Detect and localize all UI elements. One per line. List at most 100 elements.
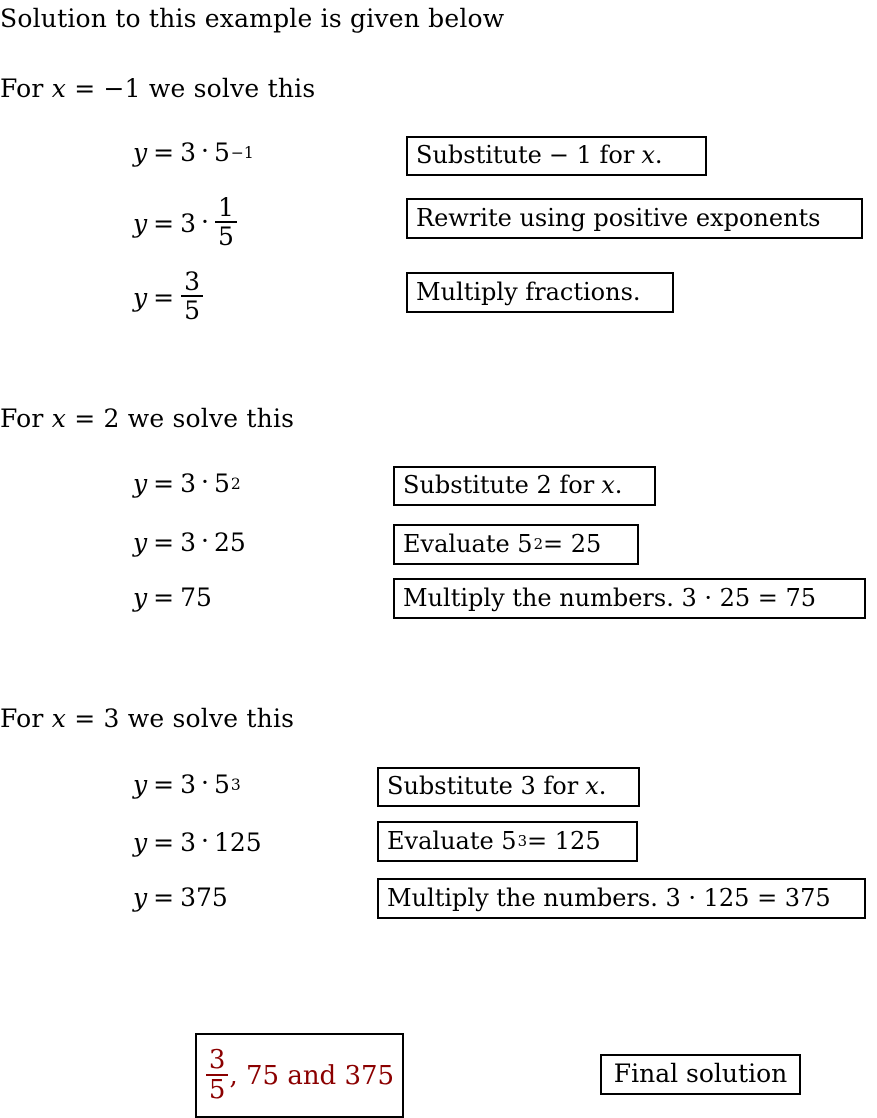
- fraction-denominator: 5: [208, 1074, 226, 1105]
- equation-1-2-coefficient: 3: [180, 208, 196, 238]
- annotation-box-1-3-text: Multiply fractions.: [416, 277, 641, 306]
- equation-1-2-fraction: 1 5: [214, 193, 237, 251]
- equation-2-1-lhs: y: [133, 469, 148, 498]
- multiplication-dot-icon: ·: [200, 526, 209, 555]
- annotation-box-1-2-text: Rewrite using positive exponents: [416, 203, 821, 232]
- equation-3-2: y = 3 · 125: [133, 826, 262, 857]
- equation-1-2: y = 3 · 1 5: [133, 193, 238, 251]
- equation-3-3-equals: =: [153, 883, 175, 912]
- annotation-box-3-1: Substitute 3 for x.: [377, 767, 640, 807]
- multiplication-dot-icon: ·: [200, 768, 209, 797]
- equation-1-2-lhs: y: [133, 208, 148, 238]
- final-solution-label: Final solution: [613, 1059, 788, 1088]
- annotation-box-3-1-variable: x: [585, 772, 599, 800]
- equation-3-2-equals: =: [153, 828, 175, 857]
- equation-3-2-lhs: y: [133, 828, 148, 857]
- multiplication-dot-icon: ·: [200, 206, 209, 236]
- fraction-numerator: 3: [208, 1044, 226, 1075]
- multiplication-dot-icon: ·: [200, 136, 209, 165]
- section-heading-2: For x = 2 we solve this: [0, 406, 294, 431]
- section-heading-3-value: = 3 we solve this: [66, 704, 295, 733]
- final-answer-box: 3 5 , 75 and 375: [195, 1033, 404, 1118]
- equation-2-3-equals: =: [153, 583, 175, 612]
- annotation-box-3-3-text: Multiply the numbers. 3 · 125 = 375: [387, 883, 831, 912]
- equation-2-1-coefficient: 3: [180, 469, 196, 498]
- section-heading-2-prefix: For: [0, 404, 52, 433]
- equation-1-1-coefficient: 3: [180, 138, 196, 167]
- section-heading-2-value: = 2 we solve this: [66, 404, 295, 433]
- equation-1-1: y = 3 · 5 −1: [133, 136, 254, 167]
- section-heading-1-variable: x: [51, 74, 67, 103]
- annotation-box-2-1-text: Substitute 2 for: [403, 471, 595, 499]
- multiplication-dot-icon: ·: [200, 826, 209, 855]
- equation-3-3: y = 375: [133, 885, 228, 910]
- annotation-box-2-3-text: Multiply the numbers. 3 · 25 = 75: [403, 583, 817, 612]
- section-heading-3-prefix: For: [0, 704, 52, 733]
- annotation-box-1-3: Multiply fractions.: [406, 272, 674, 313]
- equation-2-2: y = 3 · 25: [133, 526, 246, 557]
- multiplication-dot-icon: ·: [200, 467, 209, 496]
- equation-1-1-base: 5: [213, 138, 230, 167]
- annotation-box-3-1-period: .: [598, 772, 607, 800]
- annotation-box-3-2-result: = 125: [527, 826, 601, 855]
- annotation-box-3-3: Multiply the numbers. 3 · 125 = 375: [377, 878, 866, 919]
- annotation-box-2-2: Evaluate 52 = 25: [393, 524, 639, 565]
- equation-1-3-lhs: y: [133, 282, 148, 312]
- final-answer-rest: , 75 and 375: [229, 1060, 395, 1091]
- equation-1-1-equals: =: [153, 138, 175, 167]
- final-answer-content: 3 5 , 75 and 375: [205, 1044, 395, 1105]
- equation-3-1-equals: =: [153, 770, 175, 799]
- annotation-box-2-3: Multiply the numbers. 3 · 25 = 75: [393, 578, 866, 619]
- equation-1-3: y = 3 5: [133, 269, 204, 324]
- final-solution-label-box: Final solution: [600, 1054, 801, 1095]
- annotation-box-2-1-period: .: [614, 471, 623, 499]
- equation-2-3-lhs: y: [133, 583, 148, 612]
- annotation-box-2-2-text: Evaluate 5: [403, 529, 533, 558]
- section-heading-1-prefix: For: [0, 74, 52, 103]
- equation-2-2-equals: =: [153, 528, 175, 557]
- fraction-denominator: 5: [217, 222, 234, 251]
- section-heading-3-variable: x: [51, 704, 67, 733]
- section-heading-1: For x = −1 we solve this: [0, 76, 315, 101]
- annotation-box-3-1-text: Substitute 3 for: [387, 772, 579, 800]
- equation-3-1-base: 5: [213, 770, 230, 799]
- annotation-box-1-2: Rewrite using positive exponents: [406, 198, 863, 239]
- annotation-box-2-1: Substitute 2 for x.: [393, 466, 656, 506]
- fraction-denominator: 5: [184, 296, 200, 325]
- annotation-box-1-1: Substitute − 1 for x.: [406, 136, 707, 176]
- final-answer-fraction: 3 5: [205, 1044, 229, 1105]
- equation-3-2-coefficient: 3: [180, 828, 196, 857]
- equation-1-2-equals: =: [153, 208, 175, 238]
- annotation-box-1-1-value: − 1 for: [548, 141, 635, 169]
- document-page: Solution to this example is given below …: [0, 0, 877, 1118]
- section-heading-2-variable: x: [51, 404, 67, 433]
- equation-2-1-base: 5: [213, 469, 230, 498]
- annotation-box-2-1-variable: x: [601, 471, 615, 499]
- equation-2-2-coefficient: 3: [180, 528, 196, 557]
- equation-2-3-result: 75: [180, 583, 212, 612]
- fraction-numerator: 1: [217, 193, 234, 222]
- annotation-box-1-1-variable: x: [641, 141, 655, 169]
- equation-1-3-equals: =: [153, 282, 175, 312]
- section-heading-1-value: = −1 we solve this: [66, 74, 316, 103]
- equation-2-2-lhs: y: [133, 528, 148, 557]
- equation-2-2-operand: 25: [213, 528, 246, 557]
- annotation-box-1-1-text: Substitute: [416, 141, 542, 169]
- equation-3-2-operand: 125: [213, 828, 262, 857]
- equation-3-3-lhs: y: [133, 883, 148, 912]
- annotation-box-1-1-period: .: [654, 141, 663, 169]
- equation-2-1: y = 3 · 52: [133, 467, 241, 498]
- equation-3-1: y = 3 · 53: [133, 768, 241, 799]
- equation-3-1-coefficient: 3: [180, 770, 196, 799]
- equation-1-1-lhs: y: [133, 138, 148, 167]
- fraction-numerator: 3: [184, 267, 200, 296]
- equation-1-3-fraction: 3 5: [181, 269, 203, 323]
- section-heading-3: For x = 3 we solve this: [0, 706, 294, 731]
- annotation-box-3-2: Evaluate 53 = 125: [377, 821, 638, 862]
- equation-3-3-result: 375: [180, 883, 228, 912]
- equation-2-3: y = 75: [133, 585, 212, 610]
- equation-2-1-equals: =: [153, 469, 175, 498]
- annotation-box-2-2-result: = 25: [543, 529, 602, 558]
- annotation-box-3-2-text: Evaluate 5: [387, 826, 517, 855]
- intro-line: Solution to this example is given below: [0, 4, 505, 33]
